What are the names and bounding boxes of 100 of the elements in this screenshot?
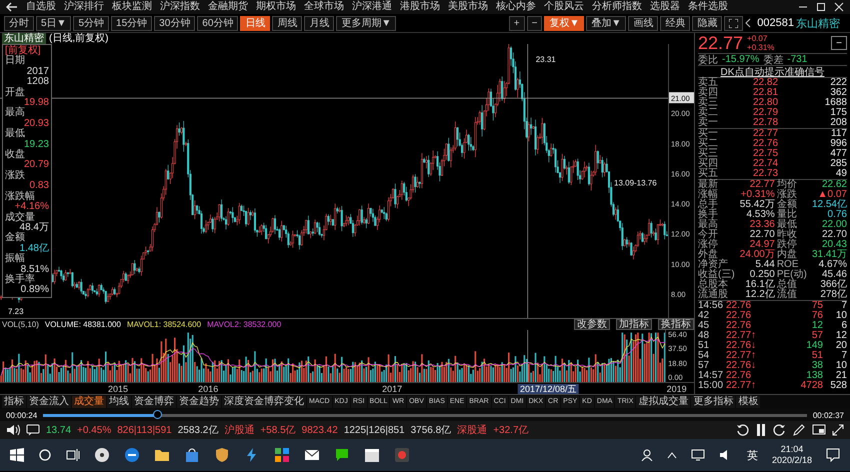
menu-item[interactable]: 分析师指数 xyxy=(592,1,642,13)
clock-time[interactable]: 21:04 xyxy=(780,444,804,455)
menu-item[interactable]: 港股市场 xyxy=(400,1,440,13)
chevron-left-icon[interactable] xyxy=(745,18,752,28)
stat-label: 总值 xyxy=(776,280,797,290)
stat-value: 24.97 xyxy=(750,240,775,250)
tick-volume: 75 xyxy=(810,301,823,311)
menu-item[interactable]: 全球市场 xyxy=(304,1,344,13)
menu-item[interactable]: 自选股 xyxy=(26,1,56,13)
back-arrow-icon[interactable] xyxy=(6,2,18,12)
stat-value: 278亿 xyxy=(819,290,847,300)
indicator-tab[interactable]: 虚拟成交量 xyxy=(636,396,690,408)
indicator-tab[interactable]: 资金博弈 xyxy=(132,396,176,408)
shopping-bag-icon[interactable] xyxy=(184,447,200,463)
indicator-tab[interactable]: 成交量 xyxy=(72,396,106,408)
stat-label: 涨幅 xyxy=(698,190,719,200)
info-label: 成交量 xyxy=(5,212,36,222)
period-button[interactable]: 分时 xyxy=(4,16,34,30)
menu-item[interactable]: 条件选股 xyxy=(688,1,728,13)
input-method-indicator[interactable]: 英 xyxy=(746,448,758,462)
tick-time: 45 xyxy=(698,321,710,331)
close-icon[interactable] xyxy=(834,2,844,12)
indicator-button[interactable]: 加指标 xyxy=(616,319,652,330)
indicator-button[interactable]: 换指标 xyxy=(658,319,694,330)
progress-handle[interactable] xyxy=(152,410,162,418)
caret-up-icon[interactable] xyxy=(666,451,677,459)
indicator-name: VOL(5,10) xyxy=(2,320,39,329)
indicator-tab[interactable]: 模板 xyxy=(736,396,760,408)
notification-icon[interactable] xyxy=(826,448,840,462)
stat-value: 31.41万 xyxy=(810,250,847,260)
period-button[interactable]: 30分钟 xyxy=(154,16,196,30)
caption-icon[interactable] xyxy=(26,424,40,436)
menu-item[interactable]: 沪深排行 xyxy=(64,1,104,13)
status-value: 13.74 xyxy=(46,424,72,436)
tool-button[interactable]: 隐藏 xyxy=(692,16,722,30)
volume-icon[interactable] xyxy=(6,424,20,436)
menu-item[interactable]: 期权市场 xyxy=(256,1,296,13)
shield-icon[interactable] xyxy=(214,447,230,463)
forward-icon[interactable] xyxy=(772,423,786,437)
period-button[interactable]: 月线 xyxy=(304,16,334,30)
menu-item[interactable]: 选股器 xyxy=(650,1,680,13)
tool-button[interactable]: 复权▼ xyxy=(544,16,584,30)
indicator-tab[interactable]: 指标 xyxy=(2,396,26,408)
order-price: 22.77 xyxy=(752,129,780,139)
collapse-button[interactable]: − xyxy=(831,36,847,50)
pen-icon[interactable] xyxy=(792,423,806,437)
date-label: 2016 xyxy=(198,384,218,394)
indicator-tab[interactable]: 深度资金博弈变化 xyxy=(222,396,306,408)
person-icon[interactable] xyxy=(640,449,653,461)
rewind-icon[interactable] xyxy=(736,423,750,437)
tool-button[interactable]: 叠加▼ xyxy=(586,16,626,30)
maximize-icon[interactable] xyxy=(816,2,826,12)
indicator-tab[interactable]: 资金流入 xyxy=(27,396,71,408)
search-icon[interactable] xyxy=(38,448,52,462)
period-button[interactable]: 60分钟 xyxy=(197,16,238,30)
envelope-icon[interactable] xyxy=(304,447,320,463)
tick-count: 12 xyxy=(834,331,847,341)
menu-item[interactable]: 美股市场 xyxy=(448,1,488,13)
order-price: 22.78 xyxy=(752,118,780,128)
menu-item[interactable]: 沪深港通 xyxy=(352,1,392,13)
stat-label: 内盘 xyxy=(776,250,798,260)
screen-icon[interactable] xyxy=(812,424,826,436)
pause-icon[interactable] xyxy=(756,423,766,437)
period-button[interactable]: 日线 xyxy=(240,16,270,30)
chart-subtitle: (日线,前复权) xyxy=(49,33,108,44)
expand-icon[interactable] xyxy=(832,424,844,436)
task-view-icon[interactable] xyxy=(66,448,80,462)
indicator-tab[interactable]: 更多指标 xyxy=(691,396,736,408)
signal-link[interactable]: DK点自动提示准确信号 xyxy=(720,64,824,78)
info-value: 8.51% xyxy=(20,264,49,275)
order-volume: 1688 xyxy=(824,98,847,108)
clock-date[interactable]: 2020/2/18 xyxy=(772,455,812,466)
volume-reading: MAVOL1: 38524.600 xyxy=(126,320,202,329)
folder-icon[interactable] xyxy=(154,447,170,463)
chat-bubble-icon[interactable] xyxy=(334,447,350,463)
period-button[interactable]: 更多周期▼ xyxy=(336,16,396,30)
menu-item[interactable]: 沪深指数 xyxy=(160,1,200,13)
record-icon[interactable] xyxy=(394,447,410,463)
stat-value: 20.43 xyxy=(822,240,847,250)
fullscreen-button[interactable] xyxy=(724,16,744,30)
menu-item[interactable]: 核心内参 xyxy=(496,1,536,13)
indicator-tab[interactable]: 均线 xyxy=(107,396,131,408)
indicator-tab[interactable]: 资金趋势 xyxy=(177,396,221,408)
indicator-button[interactable]: 改参数 xyxy=(574,319,610,330)
grid-icon[interactable] xyxy=(274,447,290,463)
tool-button[interactable]: 画线 xyxy=(628,16,658,30)
period-button[interactable]: 5分钟 xyxy=(73,16,110,30)
menu-item[interactable]: 金融期货 xyxy=(208,1,248,13)
elapsed-time: 00:00:24 xyxy=(6,410,38,420)
clapperboard-icon[interactable] xyxy=(364,447,380,463)
tool-button[interactable]: − xyxy=(526,16,542,30)
period-button[interactable]: 15分钟 xyxy=(111,16,152,30)
menu-item[interactable]: 板块监测 xyxy=(112,1,152,13)
windows-logo-icon[interactable] xyxy=(10,448,24,462)
period-button[interactable]: 5日▼ xyxy=(36,16,72,30)
tool-button[interactable]: 经典 xyxy=(660,16,690,30)
period-button[interactable]: 周线 xyxy=(272,16,302,30)
menu-item[interactable]: 个股风云 xyxy=(544,1,584,13)
tool-button[interactable]: + xyxy=(508,16,525,30)
order-level-label: 卖五 xyxy=(698,78,719,88)
